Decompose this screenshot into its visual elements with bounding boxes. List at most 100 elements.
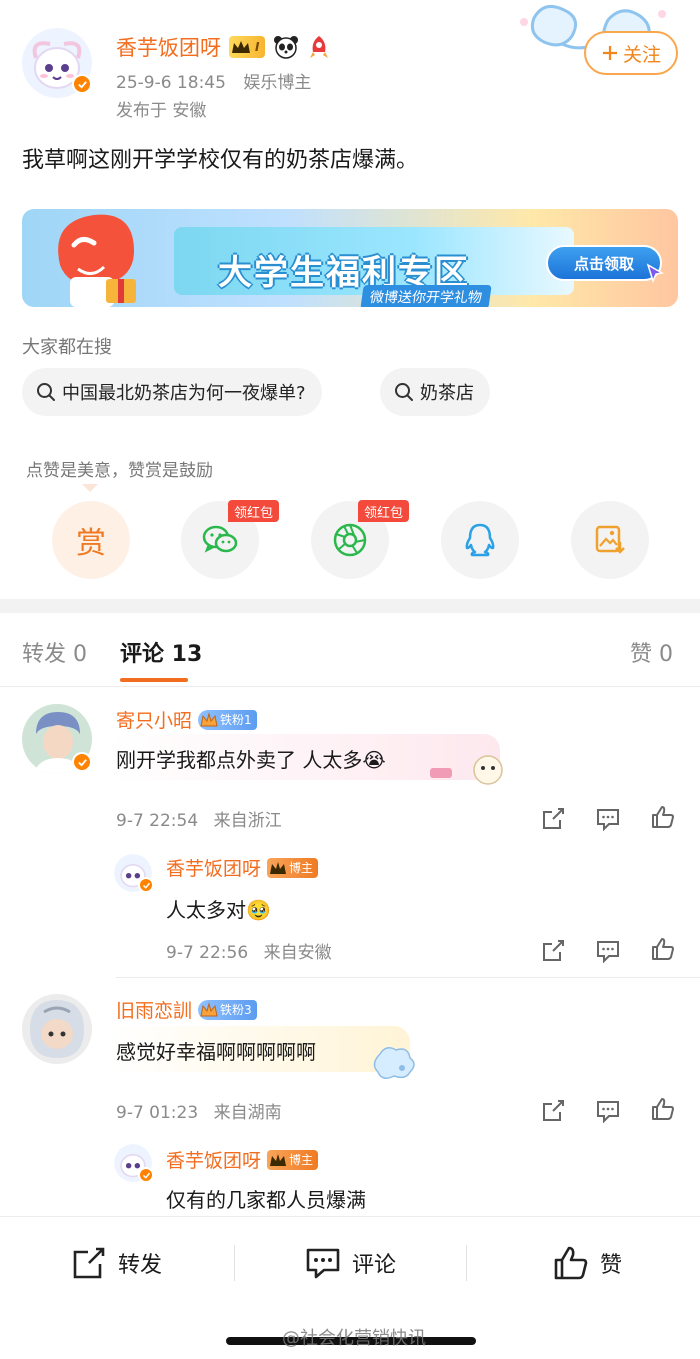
reply-icon[interactable] [595, 806, 621, 832]
reply-text: 仅有的几家都人员爆满 [166, 1188, 366, 1212]
search-chip-label: 奶茶店 [420, 383, 474, 404]
mascot-icon [58, 214, 136, 307]
commenter-avatar[interactable] [22, 994, 92, 1064]
verified-badge-icon [138, 1167, 154, 1183]
follow-label: 关注 [622, 43, 661, 66]
red-packet-tag: 领红包 [228, 500, 280, 522]
search-chip-label: 中国最北奶茶店为何一夜爆单? [62, 383, 306, 404]
search-icon [395, 383, 413, 401]
reply-time: 9-7 22:56 [166, 943, 249, 963]
commenter-name-row: 旧雨恋訓 铁粉3 [116, 996, 257, 1023]
bottom-like-button[interactable]: 赞 [552, 1241, 622, 1285]
crown-icon [200, 711, 218, 726]
tab-repost[interactable]: 转发 0 [22, 636, 87, 668]
cursor-icon [646, 263, 664, 283]
bottom-repost-button[interactable]: 转发 [70, 1241, 162, 1285]
bottom-separator [466, 1245, 467, 1281]
moments-icon [333, 523, 367, 557]
repost-icon [73, 1247, 105, 1279]
bottom-comment-button[interactable]: 评论 [304, 1241, 396, 1285]
comment-location: 来自浙江 [213, 811, 282, 831]
red-packet-tag: 领红包 [358, 500, 410, 522]
tab-like[interactable]: 赞 0 [630, 636, 673, 668]
like-icon[interactable] [650, 936, 676, 962]
commenter-name[interactable]: 旧雨恋訓 [116, 996, 192, 1023]
share-comment-icon[interactable] [540, 1098, 566, 1124]
bottom-repost-label: 转发 [118, 1253, 163, 1278]
section-separator [0, 599, 700, 613]
verified-badge-icon [72, 752, 92, 772]
comment-icon [306, 1248, 340, 1279]
fan-badge: 铁粉3 [198, 999, 257, 1020]
crown-icon [270, 861, 287, 874]
crown-icon [200, 1001, 218, 1016]
active-tab-indicator [120, 678, 188, 682]
replier-name-row: 香芋饭团呀 博主 [166, 854, 319, 881]
fan-badge: 铁粉1 [198, 709, 257, 730]
member-level: I [255, 40, 260, 54]
bottom-like-label: 赞 [600, 1253, 623, 1278]
share-qq-button[interactable] [441, 501, 519, 579]
comment-time: 9-7 22:54 [116, 811, 199, 831]
reward-note-pointer [82, 484, 98, 492]
reward-label: 赏 [76, 526, 106, 561]
save-image-icon [595, 525, 625, 554]
member-level-badge: I [229, 36, 266, 58]
replier-name[interactable]: 香芋饭团呀 [166, 854, 261, 881]
post-meta: 25-9-6 18:45 娱乐博主 [116, 68, 311, 93]
bottom-comment-label: 评论 [352, 1253, 397, 1278]
save-image-button[interactable] [571, 501, 649, 579]
comment-location: 来自湖南 [213, 1103, 282, 1123]
author-name[interactable]: 香芋饭团呀 [116, 32, 221, 62]
verified-badge-icon [72, 74, 92, 94]
share-comment-icon[interactable] [540, 938, 566, 964]
promo-banner[interactable]: 大学生福利专区 微博送你开学礼物 点击领取 [22, 209, 678, 307]
author-tag: 娱乐博主 [243, 73, 312, 93]
comment-meta: 9-7 01:23 来自湖南 [116, 1098, 282, 1123]
banner-claim-button[interactable]: 点击领取 [546, 245, 662, 281]
tab-comment[interactable]: 评论 13 [120, 636, 202, 668]
bubble-sticker-icon [430, 755, 503, 785]
banner-subtitle: 微博送你开学礼物 [360, 285, 492, 307]
tab-divider [0, 686, 700, 687]
watermark: @社会化营销快讯 [282, 1328, 426, 1349]
banner-claim-label: 点击领取 [573, 254, 634, 273]
reply-icon[interactable] [595, 938, 621, 964]
comment-meta: 9-7 22:54 来自浙江 [116, 806, 282, 831]
search-icon [37, 383, 55, 401]
author-badge: 博主 [267, 1149, 319, 1170]
commenter-name-row: 寄只小昭 铁粉1 [116, 706, 257, 733]
bottom-separator [234, 1245, 235, 1281]
reply-location: 来自安徽 [263, 943, 332, 963]
comment-time: 9-7 01:23 [116, 1103, 199, 1123]
reply-text: 人太多对🥹 [166, 898, 271, 922]
follow-button[interactable]: 关注 [584, 31, 678, 75]
search-chip-2[interactable]: 奶茶店 [380, 368, 490, 416]
trending-search-title: 大家都在搜 [22, 337, 112, 358]
replier-name-row: 香芋饭团呀 博主 [166, 1146, 319, 1173]
crown-icon [232, 41, 250, 53]
author-badge: 博主 [267, 857, 319, 878]
wechat-icon [202, 525, 238, 553]
reply-meta: 9-7 22:56 来自安徽 [166, 938, 332, 963]
panda-icon [274, 36, 299, 59]
author-row: 香芋饭团呀 I [116, 30, 331, 64]
like-icon[interactable] [650, 1096, 676, 1122]
post-location: 发布于 安徽 [116, 101, 207, 121]
share-comment-icon[interactable] [540, 806, 566, 832]
verified-badge-icon [138, 877, 154, 893]
replier-name[interactable]: 香芋饭团呀 [166, 1146, 261, 1173]
bubble-sticker-icon [373, 1047, 415, 1079]
qq-icon [465, 523, 495, 557]
reply-icon[interactable] [595, 1098, 621, 1124]
like-icon [554, 1246, 588, 1280]
search-chip-1[interactable]: 中国最北奶茶店为何一夜爆单? [22, 368, 322, 416]
reward-button[interactable]: 赏 [52, 501, 130, 579]
comment-divider [116, 977, 700, 978]
like-icon[interactable] [650, 804, 676, 830]
post-text: 我草啊这刚开学学校仅有的奶茶店爆满。 [22, 148, 419, 173]
commenter-name[interactable]: 寄只小昭 [116, 706, 192, 733]
post-time: 25-9-6 18:45 [116, 73, 226, 93]
crown-icon [270, 1153, 287, 1166]
comment-text: 感觉好幸福啊啊啊啊啊 [116, 1040, 316, 1064]
